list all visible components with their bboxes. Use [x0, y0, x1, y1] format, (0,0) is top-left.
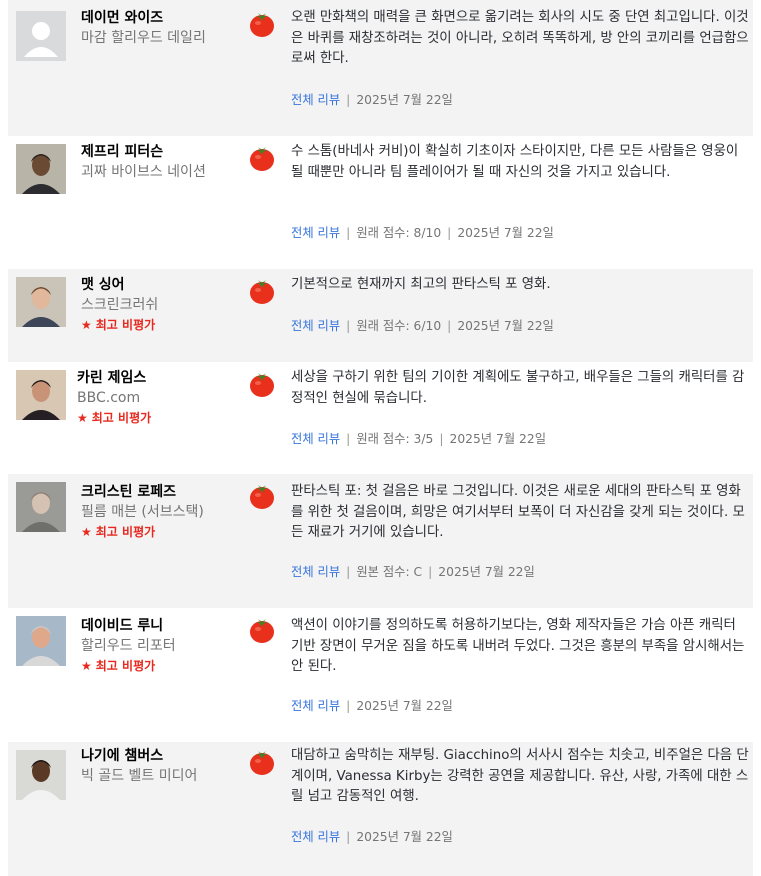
review-row: 나기에 챔버스 빅 골드 벨트 미디어 대담하고 숨막히는 재부팅. Giacchi…: [8, 742, 753, 876]
review-quote: 기본적으로 현재까지 최고의 판타스틱 포 영화.: [291, 277, 551, 292]
critic-info: 데이비드 루니 할리우드 리포터 ★ 최고 비평가: [81, 616, 241, 676]
top-critic-label: 최고 비평가: [95, 318, 156, 332]
critic-info: 제프리 피터슨 괴짜 바이브스 네이션: [81, 142, 241, 182]
critic-avatar[interactable]: [16, 11, 66, 61]
meta-separator: |: [346, 830, 351, 844]
original-score: 원래 점수: 8/10: [356, 226, 442, 240]
review-row: 데이비드 루니 할리우드 리포터 ★ 최고 비평가 액션이 이야기를 정의하도록 허용하…: [8, 608, 753, 742]
full-review-link[interactable]: 전체 리뷰: [291, 93, 340, 107]
review-quote: 수 스톰(바네사 커비)이 확실히 기초이자 스타이지만, 다른 모든 사람들은…: [291, 144, 739, 180]
review-meta: 전체 리뷰 | 2025년 7월 22일: [291, 827, 453, 845]
star-icon: ★: [81, 318, 92, 332]
critic-info: 나기에 챔버스 빅 골드 벨트 미디어: [81, 746, 241, 786]
critic-name-link[interactable]: 나기에 챔버스: [81, 746, 241, 766]
publication-link[interactable]: BBC.com: [77, 388, 237, 408]
critic-info: 크리스틴 로페즈 필름 매븐 (서브스택) ★ 최고 비평가: [81, 482, 241, 542]
review-date: 2025년 7월 22일: [356, 93, 453, 107]
critic-avatar[interactable]: [16, 750, 66, 800]
top-critic-label: 최고 비평가: [95, 659, 156, 673]
meta-separator: |: [428, 565, 433, 579]
critic-avatar[interactable]: [16, 616, 66, 666]
top-critic-badge: ★ 최고 비평가: [81, 656, 241, 676]
critic-info: 데이먼 와이즈 마감 할리우드 데일리: [81, 8, 241, 48]
critic-avatar[interactable]: [16, 277, 66, 327]
review-row: 맷 싱어 스크린크러쉬 ★ 최고 비평가 기본적으로 현재까지 최고의 판타스틱 포 영…: [8, 269, 753, 362]
critic-name-link[interactable]: 데이비드 루니: [81, 616, 241, 636]
critic-info: 맷 싱어 스크린크러쉬 ★ 최고 비평가: [81, 275, 241, 335]
critic-info: 카린 제임스 BBC.com ★ 최고 비평가: [77, 368, 237, 428]
meta-separator: |: [346, 699, 351, 713]
publication-link[interactable]: 스크린크러쉬: [81, 295, 241, 315]
fresh-tomato-icon: [248, 748, 276, 776]
star-icon: ★: [81, 659, 92, 673]
review-meta: 전체 리뷰 | 원본 점수: C | 2025년 7월 22일: [291, 562, 535, 580]
review-date: 2025년 7월 22일: [457, 226, 554, 240]
review-meta: 전체 리뷰 | 2025년 7월 22일: [291, 90, 453, 108]
meta-separator: |: [447, 319, 452, 333]
critic-name-link[interactable]: 제프리 피터슨: [81, 142, 241, 162]
full-review-link[interactable]: 전체 리뷰: [291, 830, 340, 844]
review-date: 2025년 7월 22일: [356, 830, 453, 844]
full-review-link[interactable]: 전체 리뷰: [291, 432, 340, 446]
review-quote: 액션이 이야기를 정의하도록 허용하기보다는, 영화 제작자들은 가슴 아픈 캐…: [291, 618, 745, 674]
fresh-tomato-icon: [248, 616, 276, 644]
review-quote: 대담하고 숨막히는 재부팅. Giacchino의 서사시 점수는 치솟고, 비…: [291, 748, 749, 804]
meta-separator: |: [346, 565, 351, 579]
top-critic-badge: ★ 최고 비평가: [81, 315, 241, 335]
top-critic-badge: ★ 최고 비평가: [77, 408, 237, 428]
publication-link[interactable]: 괴짜 바이브스 네이션: [81, 162, 241, 182]
review-row: 데이먼 와이즈 마감 할리우드 데일리 오랜 만화책의 매력을 큰 화면으로 옮기려…: [8, 0, 753, 136]
critic-name-link[interactable]: 크리스틴 로페즈: [81, 482, 241, 502]
review-meta: 전체 리뷰 | 원래 점수: 8/10 | 2025년 7월 22일: [291, 223, 554, 241]
review-date: 2025년 7월 22일: [449, 432, 547, 446]
critic-name-link[interactable]: 맷 싱어: [81, 275, 241, 295]
star-icon: ★: [77, 411, 88, 425]
meta-separator: |: [346, 432, 351, 446]
fresh-tomato-icon: [248, 370, 276, 398]
review-date: 2025년 7월 22일: [356, 699, 453, 713]
meta-separator: |: [346, 93, 351, 107]
review-meta: 전체 리뷰 | 원래 점수: 3/5 | 2025년 7월 22일: [291, 429, 546, 447]
critic-avatar[interactable]: [16, 144, 66, 194]
review-meta: 전체 리뷰 | 2025년 7월 22일: [291, 696, 453, 714]
original-score: 원래 점수: 3/5: [356, 432, 434, 446]
full-review-link[interactable]: 전체 리뷰: [291, 699, 340, 713]
meta-separator: |: [346, 319, 351, 333]
critic-name-link[interactable]: 데이먼 와이즈: [81, 8, 241, 28]
meta-separator: |: [439, 432, 444, 446]
fresh-tomato-icon: [248, 10, 276, 38]
review-date: 2025년 7월 22일: [457, 319, 554, 333]
review-date: 2025년 7월 22일: [438, 565, 535, 579]
review-quote: 판타스틱 포: 첫 걸음은 바로 그것입니다. 이것은 새로운 세대의 판타스틱…: [291, 484, 745, 540]
review-row: 카린 제임스 BBC.com ★ 최고 비평가 세상을 구하기 위한 팀의 기이한 계획…: [8, 362, 753, 474]
critic-avatar[interactable]: [16, 370, 66, 420]
star-icon: ★: [81, 525, 92, 539]
full-review-link[interactable]: 전체 리뷰: [291, 319, 340, 333]
review-row: 크리스틴 로페즈 필름 매븐 (서브스택) ★ 최고 비평가 판타스틱 포: 첫 걸음은…: [8, 474, 753, 608]
critic-avatar[interactable]: [16, 482, 66, 532]
full-review-link[interactable]: 전체 리뷰: [291, 226, 340, 240]
original-score: 원본 점수: C: [356, 565, 423, 579]
original-score: 원래 점수: 6/10: [356, 319, 442, 333]
fresh-tomato-icon: [248, 277, 276, 305]
publication-link[interactable]: 마감 할리우드 데일리: [81, 28, 241, 48]
top-critic-label: 최고 비평가: [95, 525, 156, 539]
critic-review-list: 데이먼 와이즈 마감 할리우드 데일리 오랜 만화책의 매력을 큰 화면으로 옮기려…: [0, 0, 761, 876]
review-quote: 오랜 만화책의 매력을 큰 화면으로 옮기려는 회사의 시도 중 단연 최고입니…: [291, 10, 749, 66]
fresh-tomato-icon: [248, 144, 276, 172]
publication-link[interactable]: 빅 골드 벨트 미디어: [81, 766, 241, 786]
meta-separator: |: [447, 226, 452, 240]
top-critic-badge: ★ 최고 비평가: [81, 522, 241, 542]
publication-link[interactable]: 할리우드 리포터: [81, 636, 241, 656]
full-review-link[interactable]: 전체 리뷰: [291, 565, 340, 579]
review-meta: 전체 리뷰 | 원래 점수: 6/10 | 2025년 7월 22일: [291, 316, 554, 334]
publication-link[interactable]: 필름 매븐 (서브스택): [81, 502, 241, 522]
critic-name-link[interactable]: 카린 제임스: [77, 368, 237, 388]
review-quote: 세상을 구하기 위한 팀의 기이한 계획에도 불구하고, 배우들은 그들의 캐릭…: [291, 370, 745, 406]
review-row: 제프리 피터슨 괴짜 바이브스 네이션 수 스톰(바네사 커비)이 확실히 기초이자…: [8, 136, 753, 269]
top-critic-label: 최고 비평가: [91, 411, 152, 425]
meta-separator: |: [346, 226, 351, 240]
fresh-tomato-icon: [248, 482, 276, 510]
